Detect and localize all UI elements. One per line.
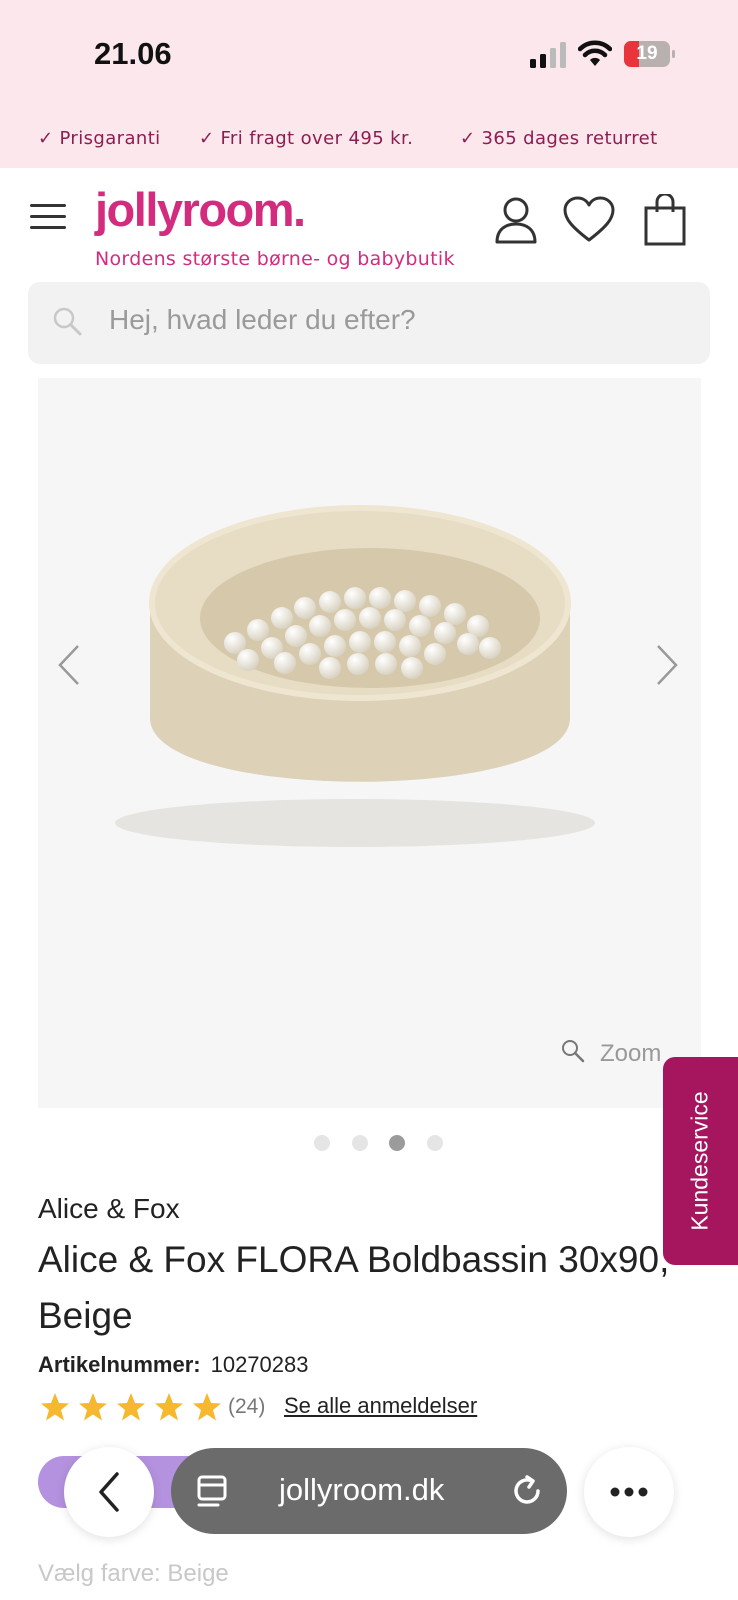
status-time: 21.06 xyxy=(94,36,172,71)
cellular-signal-icon xyxy=(530,42,566,68)
product-brand[interactable]: Alice & Fox xyxy=(38,1193,180,1225)
search-input[interactable]: Hej, hvad leder du efter? xyxy=(109,304,416,336)
gallery-dot-active[interactable] xyxy=(389,1135,405,1151)
gallery-dot[interactable] xyxy=(427,1135,443,1151)
promo-bar: ✓ Prisgaranti ✓ Fri fragt over 495 kr. ✓ 36… xyxy=(0,118,738,168)
shopping-bag-icon[interactable] xyxy=(644,194,686,246)
chevron-right-icon[interactable] xyxy=(652,640,682,690)
page-menu-icon[interactable] xyxy=(196,1474,230,1510)
promo-item: ✓ Fri fragt over 495 kr. xyxy=(199,128,414,149)
wifi-icon xyxy=(578,40,612,66)
zoom-icon[interactable] xyxy=(560,1038,586,1064)
zoom-label[interactable]: Zoom xyxy=(600,1040,661,1068)
choose-color-label: Vælg farve: Beige xyxy=(38,1560,229,1587)
tagline: Nordens største børne- og babybutik xyxy=(95,248,455,270)
kundeservice-label[interactable]: Kundeservice xyxy=(687,1091,714,1230)
reload-icon[interactable] xyxy=(510,1474,544,1508)
star-icon xyxy=(155,1393,183,1421)
checkmark-icon: ✓ xyxy=(460,128,476,149)
chevron-left-icon[interactable] xyxy=(54,640,84,690)
star-icon xyxy=(117,1393,145,1421)
logo[interactable]: jollyroom. xyxy=(95,182,306,237)
article-number: Artikelnummer: 10270283 xyxy=(38,1352,309,1377)
more-options-icon xyxy=(610,1487,648,1497)
hamburger-menu-icon[interactable] xyxy=(30,204,66,230)
chevron-left-icon xyxy=(99,1472,119,1512)
gallery-dot[interactable] xyxy=(314,1135,330,1151)
user-account-icon[interactable] xyxy=(494,196,538,244)
star-icon xyxy=(41,1393,69,1421)
product-title: Alice & Fox FLORA Boldbassin 30x90, Beig… xyxy=(38,1239,670,1336)
battery-level: 19 xyxy=(636,43,658,64)
product-image[interactable] xyxy=(100,498,610,858)
promo-item: ✓ Prisgaranti xyxy=(38,128,161,149)
star-icon xyxy=(79,1393,107,1421)
review-count: (24) xyxy=(228,1395,266,1418)
promo-item: ✓ 365 dages returret xyxy=(460,128,658,149)
gallery-dot[interactable] xyxy=(352,1135,368,1151)
checkmark-icon: ✓ xyxy=(38,128,54,149)
checkmark-icon: ✓ xyxy=(199,128,215,149)
heart-wishlist-icon[interactable] xyxy=(562,196,616,244)
search-icon xyxy=(53,307,82,336)
browser-url[interactable]: jollyroom.dk xyxy=(279,1472,444,1508)
star-icon xyxy=(193,1393,221,1421)
see-all-reviews-link[interactable]: Se alle anmeldelser xyxy=(284,1393,477,1419)
